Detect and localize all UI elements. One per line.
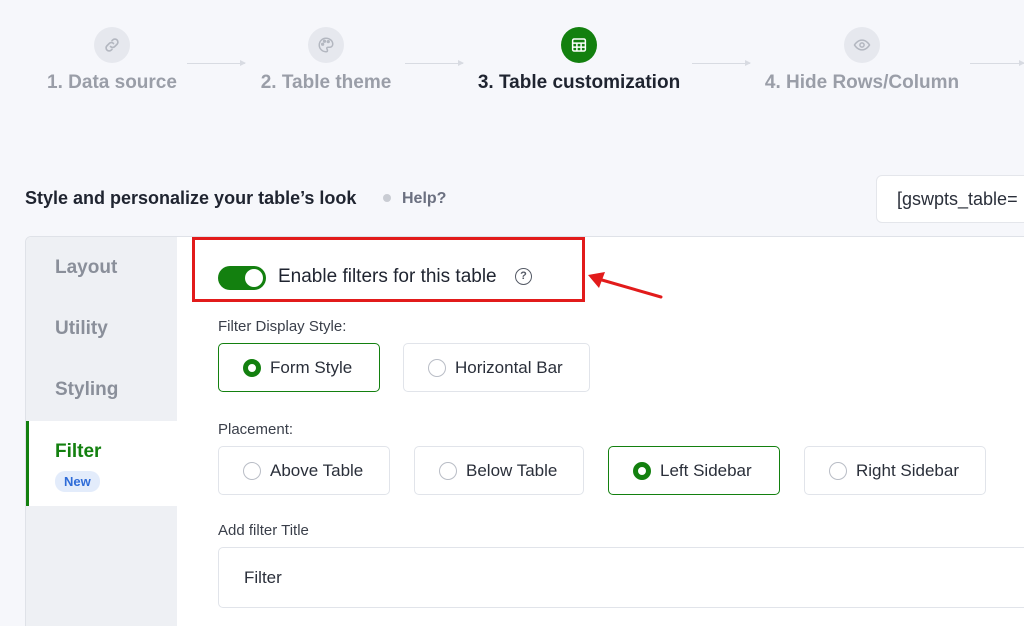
step-label: 2. Table theme	[260, 72, 392, 93]
placement-label: Placement:	[218, 421, 294, 438]
sidebar-item-label: Layout	[55, 257, 118, 278]
placement-option-below-table[interactable]: Below Table	[414, 446, 584, 495]
page-title: Style and personalize your table’s look	[25, 188, 357, 208]
placement-option-above-table[interactable]: Above Table	[218, 446, 390, 495]
link-icon	[94, 27, 130, 63]
filter-title-input[interactable]	[244, 568, 1024, 588]
sidebar-item-layout[interactable]: Layout	[26, 257, 177, 279]
option-label: Left Sidebar	[660, 460, 752, 480]
step-connector	[692, 60, 751, 66]
sidebar-item-label: Filter	[55, 441, 102, 462]
placement-option-right-sidebar[interactable]: Right Sidebar	[804, 446, 986, 495]
placement-option-left-sidebar[interactable]: Left Sidebar	[608, 446, 780, 495]
separator-dot	[383, 194, 391, 202]
sidebar-item-utility[interactable]: Utility	[26, 318, 177, 340]
sidebar-item-label: Styling	[55, 379, 119, 400]
step-connector	[970, 60, 1024, 66]
table-grid-icon	[561, 27, 597, 63]
eye-icon	[844, 27, 880, 63]
radio-checked-icon	[633, 461, 651, 480]
option-label: Form Style	[270, 357, 353, 377]
step-table-customization[interactable]: 3. Table customization	[478, 27, 680, 93]
step-label: 3. Table customization	[477, 72, 681, 93]
filter-title-field[interactable]	[218, 547, 1024, 608]
option-label: Above Table	[270, 460, 364, 480]
sidebar-item-filter[interactable]: Filter New	[26, 421, 177, 506]
question-icon[interactable]: ?	[515, 268, 532, 285]
step-hide-rows-column[interactable]: 4. Hide Rows/Column	[765, 27, 959, 93]
sidebar-item-label: Utility	[55, 318, 108, 339]
radio-unchecked-icon	[829, 461, 847, 480]
radio-unchecked-icon	[243, 461, 261, 480]
enable-filters-label: Enable filters for this table	[278, 266, 497, 287]
radio-checked-icon	[243, 358, 261, 377]
step-label: 1. Data source	[47, 72, 177, 93]
new-badge: New	[55, 471, 100, 492]
help-link[interactable]: Help?	[402, 190, 446, 208]
step-label: 4. Hide Rows/Column	[764, 72, 960, 93]
step-table-theme[interactable]: 2. Table theme	[261, 27, 391, 93]
filter-title-label: Add filter Title	[218, 522, 309, 539]
arrow-icon	[588, 272, 663, 299]
palette-icon	[308, 27, 344, 63]
sidebar-item-styling[interactable]: Styling	[26, 379, 177, 401]
step-data-source[interactable]: 1. Data source	[47, 27, 177, 93]
display-style-option-form[interactable]: Form Style	[218, 343, 380, 392]
option-label: Below Table	[466, 460, 558, 480]
enable-filters-toggle[interactable]	[218, 266, 266, 290]
settings-sidebar: Layout Utility Styling Filter New	[26, 237, 177, 626]
display-style-label: Filter Display Style:	[218, 318, 347, 335]
option-label: Horizontal Bar	[455, 357, 563, 377]
shortcode-field[interactable]: [gswpts_table=	[876, 175, 1024, 223]
step-connector	[405, 60, 464, 66]
radio-unchecked-icon	[439, 461, 457, 480]
display-style-option-horizontal-bar[interactable]: Horizontal Bar	[403, 343, 590, 392]
radio-unchecked-icon	[428, 358, 446, 377]
option-label: Right Sidebar	[856, 460, 960, 480]
step-connector	[187, 60, 246, 66]
